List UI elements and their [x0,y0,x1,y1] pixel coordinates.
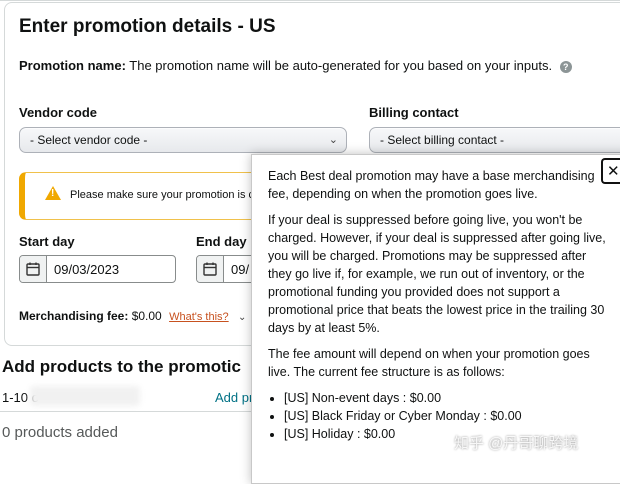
popover-body: Each Best deal promotion may have a base… [268,167,613,443]
add-products-title: Add products to the promotic [2,357,241,376]
promotion-name-row: Promotion name: The promotion name will … [19,58,572,73]
calendar-icon[interactable] [20,256,47,282]
calendar-icon[interactable] [197,256,224,282]
vendor-code-value: - Select vendor code - [30,133,148,147]
start-day-input[interactable]: 09/03/2023 [19,255,176,283]
chevron-down-icon[interactable]: ⌄ [238,312,246,323]
products-added-count: 0 products added [2,424,118,441]
whats-this-link[interactable]: What's this? [169,311,229,323]
end-day-value: 09/ [231,262,250,277]
add-products-link[interactable]: Add pr [215,390,253,405]
vendor-code-select[interactable]: - Select vendor code - ⌄ [19,127,347,153]
popover-paragraph: Each Best deal promotion may have a base… [268,169,595,201]
promotion-name-text: The promotion name will be auto-generate… [129,58,553,73]
close-button[interactable]: ✕ [601,158,620,184]
popover-paragraph: The fee amount will depend on when your … [268,347,590,379]
merchandising-fee-value: $0.00 [131,309,162,323]
vendor-code-label: Vendor code [19,105,98,120]
merchandising-fee-label: Merchandising fee: [19,309,129,323]
list-item: [US] Black Friday or Cyber Monday : $0.0… [284,407,613,425]
popover-paragraph: If your deal is suppressed before going … [268,213,606,335]
close-icon: ✕ [607,163,620,180]
promotion-name-label: Promotion name: [19,58,126,73]
billing-contact-select[interactable]: - Select billing contact - [369,127,620,153]
merchandising-fee-row: Merchandising fee: $0.00 What's this? ⌄ [19,309,246,323]
list-item: [US] Non-event days : $0.00 [284,389,613,407]
watermark: 知乎 @丹哥聊跨境 [454,435,579,452]
page-title: Enter promotion details - US [19,16,276,37]
help-icon[interactable]: ? [559,60,572,73]
end-day-label: End day [196,234,247,249]
billing-contact-value: - Select billing contact - [380,133,505,147]
warning-icon: ! [45,186,61,200]
top-divider [0,0,620,1]
divider [0,411,260,412]
billing-contact-label: Billing contact [369,105,459,120]
chevron-down-icon: ⌄ [328,134,338,146]
start-day-label: Start day [19,234,75,249]
redacted-area [30,386,140,406]
warning-text: Please make sure your promotion is c [70,189,255,201]
start-day-value: 09/03/2023 [54,262,120,277]
